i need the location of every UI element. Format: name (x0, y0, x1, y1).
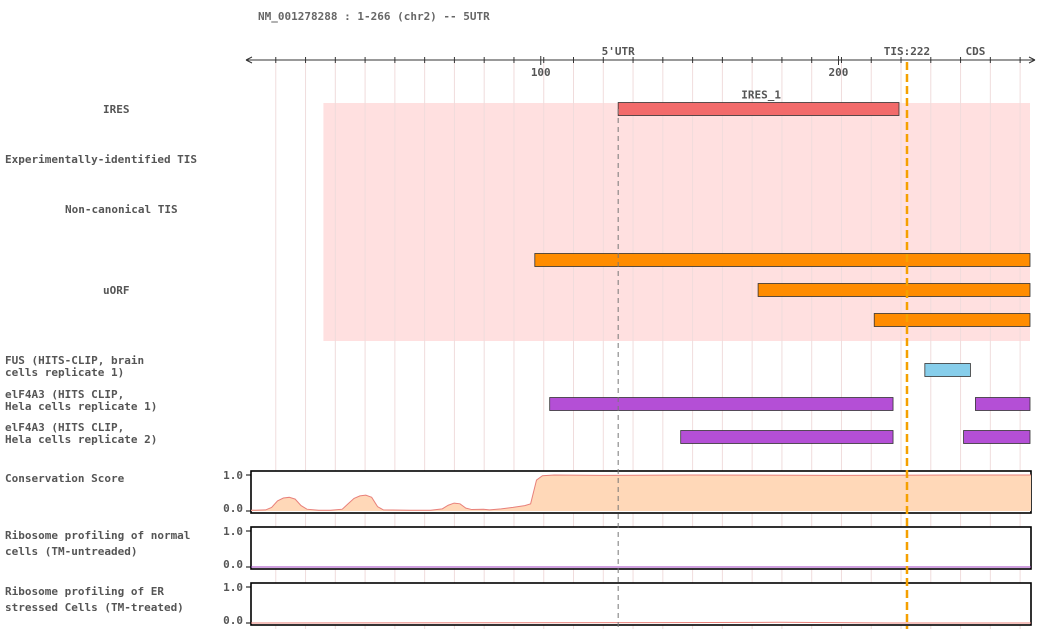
shaded-region (323, 103, 1030, 341)
feature-bar (534, 253, 1031, 267)
track-label: Experimentally-identified TIS (5, 153, 197, 166)
y-tick-label: 1.0 (223, 581, 243, 594)
feature-bar (617, 102, 900, 116)
page-title: NM_001278288 : 1-266 (chr2) -- 5UTR (258, 10, 490, 23)
signal-layer: 1.0 0.0 Conservation Score 1.0 0.0 Ribosome p… (5, 469, 1032, 627)
region-label: 5'UTR (602, 45, 635, 58)
track-label: Non-canonical TIS (65, 203, 178, 216)
signal-track-label: Conservation Score (5, 472, 125, 485)
track-label: uORF (103, 284, 130, 297)
signal-track-frame (250, 582, 1032, 626)
region-label: CDS (966, 45, 986, 58)
feature-bar (924, 363, 971, 377)
track-label: Hela cells replicate 1) (5, 400, 157, 413)
feature-bar (549, 397, 894, 411)
y-tick-label: 0.0 (223, 558, 243, 571)
genome-track-chart: NM_001278288 : 1-266 (chr2) -- 5UTR 100 2… (5, 10, 1036, 629)
feature-bar (873, 313, 1031, 327)
track-label: Hela cells replicate 2) (5, 433, 157, 446)
feature-bar (680, 430, 894, 444)
feature-bar (757, 283, 1031, 297)
y-tick-label: 0.0 (223, 502, 243, 515)
y-tick-label: 1.0 (223, 525, 243, 538)
track-label: cells replicate 1) (5, 366, 124, 379)
track-labels-layer: IRES Experimentally-identified TIS Non-can… (5, 103, 197, 446)
signal-track-frame (250, 526, 1032, 570)
signal-track-label: stressed Cells (TM-treated) (5, 601, 184, 614)
y-tick-label: 1.0 (223, 469, 243, 482)
signal-track-label: cells (TM-untreaded) (5, 545, 137, 558)
feature-bar (963, 430, 1031, 444)
x-tick-label: 100 (531, 66, 551, 79)
feature-bar (975, 397, 1031, 411)
signal-track-label: Ribosome profiling of ER (5, 585, 164, 598)
feature-label: IRES_1 (741, 89, 781, 102)
x-tick-label: 200 (829, 66, 849, 79)
region-label: TIS:222 (884, 45, 930, 58)
track-label: IRES (103, 103, 130, 116)
y-tick-label: 0.0 (223, 614, 243, 627)
signal-track-label: Ribosome profiling of normal (5, 529, 190, 542)
axis-layer: 100 200 5'UTR TIS:222 CDS (245, 45, 1036, 79)
